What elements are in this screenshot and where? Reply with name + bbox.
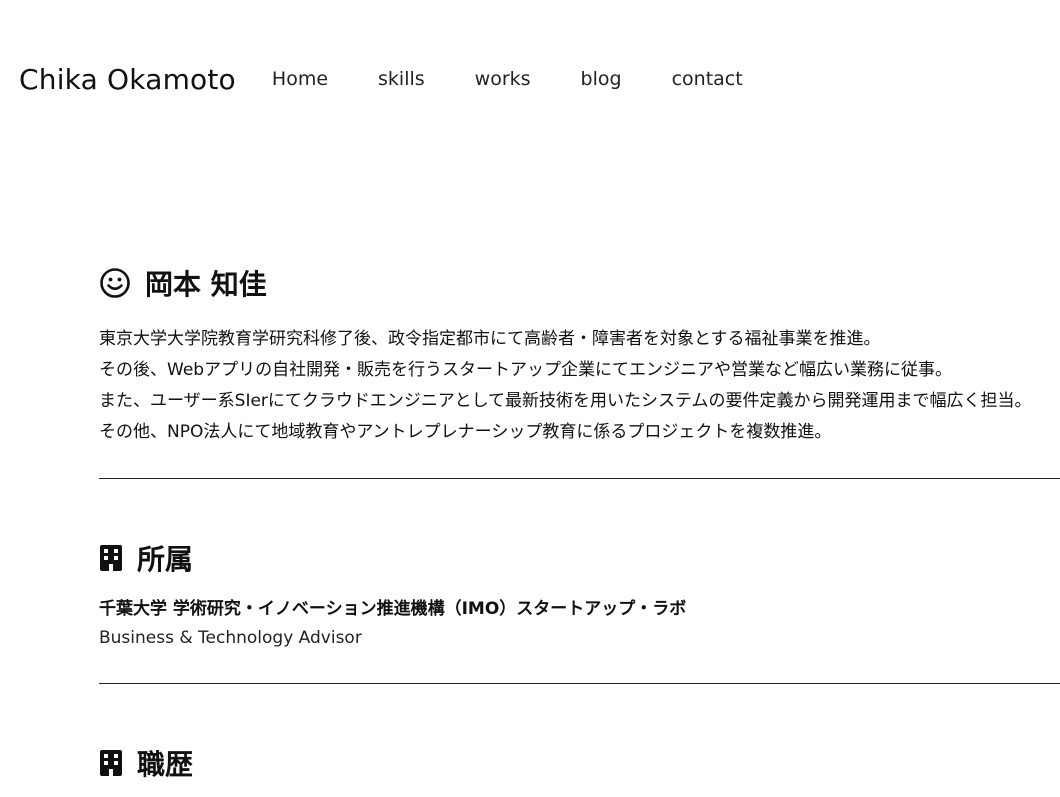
affiliation-organization: 千葉大学 学術研究・イノベーション推進機構（IMO）スタートアップ・ラボ: [99, 599, 687, 619]
section-divider: [99, 683, 1060, 684]
bio-line: その後、Webアプリの自社開発・販売を行うスタートアップ企業にてエンジニアや営業…: [99, 360, 953, 380]
affiliation-section: 所属 千葉大学 学術研究・イノベーション推進機構（IMO）スタートアップ・ラボ …: [99, 537, 1060, 653]
bio-line: その他、NPO法人にて地域教育やアントレプレナーシップ教育に係るプロジェクトを複…: [99, 422, 832, 442]
nav-item-contact[interactable]: contact: [672, 68, 743, 90]
affiliation-title: 所属: [137, 543, 194, 576]
career-section: 職歴: [99, 742, 1060, 784]
page: Chika Okamoto Home skills works blog con…: [0, 0, 1060, 797]
affiliation-heading: 所属: [99, 537, 1060, 579]
career-title: 職歴: [137, 748, 194, 781]
site-header: Chika Okamoto Home skills works blog con…: [19, 58, 793, 100]
section-divider: [99, 478, 1060, 479]
nav-item-works[interactable]: works: [475, 68, 531, 90]
profile-bio: 東京大学大学院教育学研究科修了後、政令指定都市にて高齢者・障害者を対象とする福祉…: [99, 324, 1060, 448]
main-nav: Home skills works blog contact: [272, 68, 793, 90]
building-icon: [99, 749, 123, 777]
building-icon: [99, 544, 123, 572]
nav-item-home[interactable]: Home: [272, 68, 328, 90]
profile-heading: 岡本 知佳: [99, 262, 1060, 304]
nav-item-blog[interactable]: blog: [581, 68, 622, 90]
affiliation-role: Business & Technology Advisor: [99, 628, 362, 648]
brand-logo-link[interactable]: Chika Okamoto: [19, 63, 236, 96]
nav-item-skills[interactable]: skills: [378, 68, 425, 90]
profile-section: 岡本 知佳 東京大学大学院教育学研究科修了後、政令指定都市にて高齢者・障害者を対…: [99, 262, 1060, 448]
main-content: 岡本 知佳 東京大学大学院教育学研究科修了後、政令指定都市にて高齢者・障害者を対…: [99, 262, 1060, 784]
bio-line: また、ユーザー系SIerにてクラウドエンジニアとして最新技術を用いたシステムの要…: [99, 391, 1032, 411]
bio-line: 東京大学大学院教育学研究科修了後、政令指定都市にて高齢者・障害者を対象とする福祉…: [99, 329, 881, 349]
career-heading: 職歴: [99, 742, 1060, 784]
smiley-icon: [99, 267, 131, 299]
profile-name: 岡本 知佳: [145, 268, 267, 301]
